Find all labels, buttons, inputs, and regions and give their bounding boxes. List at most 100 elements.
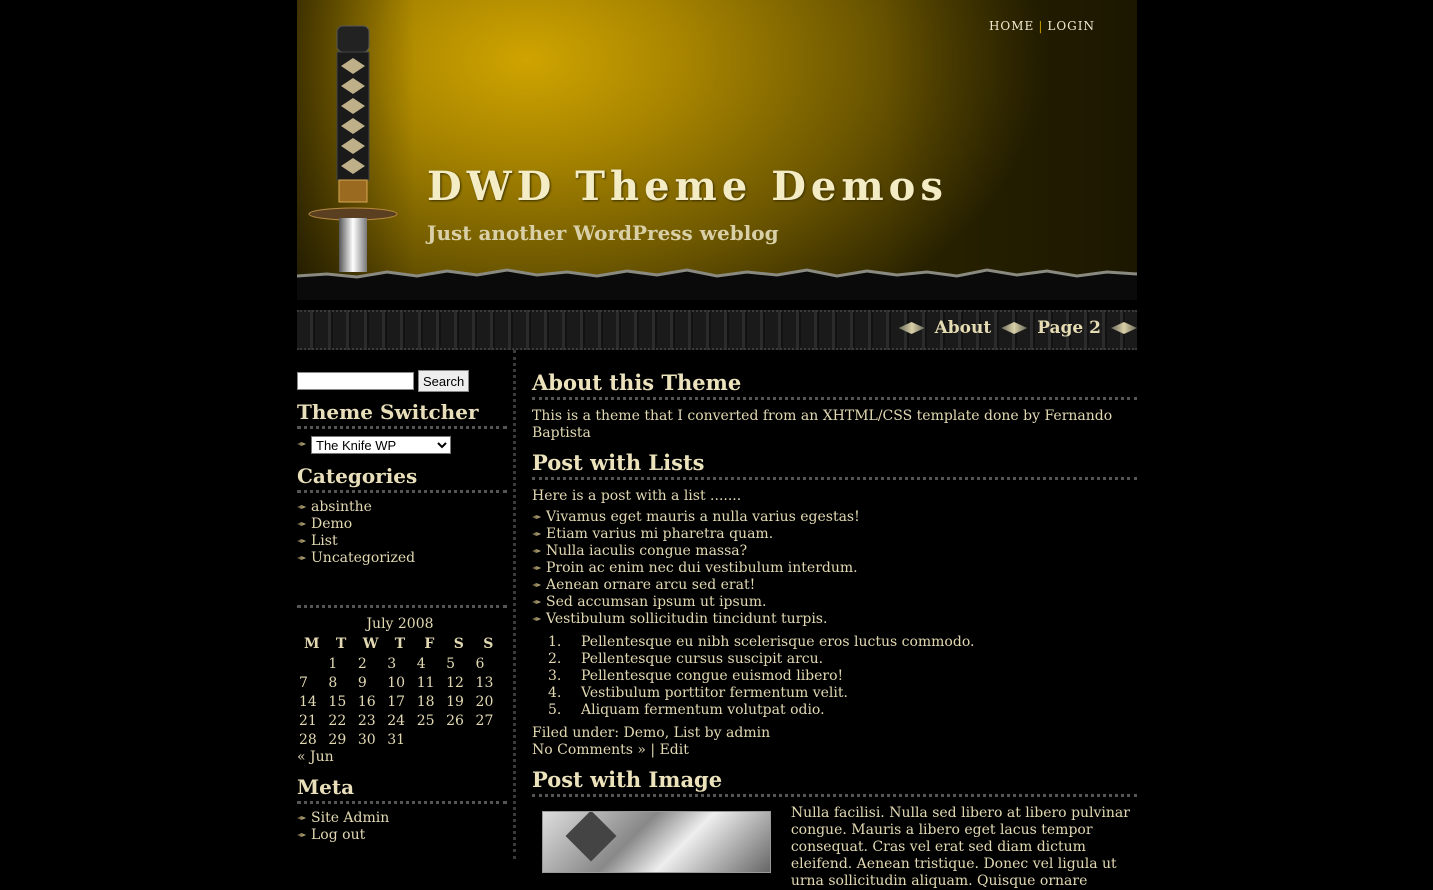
theme-switcher-title: Theme Switcher <box>297 400 507 429</box>
post-bullet-list: Vivamus eget mauris a nulla varius egest… <box>532 509 1137 628</box>
calendar-day: 13 <box>475 674 494 691</box>
meta-link-log-out[interactable]: Log out <box>297 827 507 844</box>
list-item: Aenean ornare arcu sed erat! <box>532 577 1137 594</box>
main-content: About this Theme This is a theme that I … <box>532 370 1137 890</box>
calendar-day: 2 <box>357 655 367 672</box>
list-item: Sed accumsan ipsum ut ipsum. <box>532 594 1137 611</box>
calendar-day: 7 <box>299 674 308 691</box>
calendar-caption: July 2008 <box>366 616 434 632</box>
calendar-divider <box>297 605 507 608</box>
home-link[interactable]: HOME <box>989 19 1034 33</box>
calendar-day-header: M <box>303 636 320 652</box>
calendar-day: 14 <box>299 693 317 710</box>
calendar-day: 24 <box>387 712 406 729</box>
calendar-day-header: F <box>424 636 435 652</box>
post-text: Nulla facilisi. Nulla sed libero at libe… <box>790 805 1130 889</box>
category-link-list[interactable]: List <box>674 725 701 741</box>
search-input[interactable] <box>297 372 414 390</box>
calendar-day: 29 <box>328 731 347 748</box>
site-title[interactable]: DWD Theme Demos <box>427 163 948 210</box>
calendar-day-header: S <box>483 636 494 652</box>
category-link[interactable]: List <box>297 533 507 550</box>
category-link[interactable]: Uncategorized <box>297 550 507 567</box>
meta-link-site-admin[interactable]: Site Admin <box>297 810 507 827</box>
calendar-prev-link[interactable]: « Jun <box>297 749 507 765</box>
search-button[interactable]: Search <box>418 370 470 392</box>
calendar-day-header: T <box>394 636 406 652</box>
calendar-day: 3 <box>387 655 397 672</box>
calendar-day <box>444 730 473 749</box>
post-title[interactable]: Post with Image <box>532 767 1137 797</box>
sidebar: Search Theme Switcher The Knife WP Categ… <box>297 370 507 844</box>
category-link-demo[interactable]: Demo <box>624 725 665 741</box>
nav-diamond-icon <box>1111 322 1137 334</box>
post-title[interactable]: About this Theme <box>532 370 1137 400</box>
calendar-day: 31 <box>387 731 406 748</box>
list-item: 4. Vestibulum porttitor fermentum velit. <box>548 685 848 701</box>
calendar: July 2008 M T W T F S S 1 2 3 4 5 6 7 8 … <box>297 616 503 749</box>
calendar-day <box>474 730 503 749</box>
calendar-day: 9 <box>357 674 367 691</box>
main-nav: About Page 2 <box>297 310 1137 350</box>
calendar-day: 1 <box>328 655 338 672</box>
list-item: Vivamus eget mauris a nulla varius egest… <box>532 509 1137 526</box>
post-text: This is a theme that I converted from an… <box>532 408 1113 441</box>
header-banner: HOME | LOGIN DWD Theme Demos Just another … <box>297 0 1137 300</box>
nav-diamond-icon <box>1001 322 1028 334</box>
comments-link[interactable]: No Comments » <box>532 742 646 758</box>
list-item: 3. Pellentesque congue euismod libero! <box>548 668 844 684</box>
calendar-day: 6 <box>475 655 485 672</box>
list-item: 2. Pellentesque cursus suscipit arcu. <box>548 651 824 667</box>
image-post-body: Nulla facilisi. Nulla sed libero at libe… <box>532 805 1137 890</box>
site-description: Just another WordPress weblog <box>427 221 779 245</box>
meta-list: Site Admin Log out <box>297 810 507 844</box>
category-link[interactable]: Demo <box>297 516 507 533</box>
calendar-day: 12 <box>446 674 464 691</box>
calendar-day-header: S <box>453 636 464 652</box>
column-divider <box>513 350 516 859</box>
list-item: 1. Pellentesque eu nibh scelerisque eros … <box>548 634 975 650</box>
category-link[interactable]: absinthe <box>297 499 507 516</box>
post-meta: Filed under: Demo, List by admin No Comm… <box>532 725 771 758</box>
list-item: Nulla iaculis congue massa? <box>532 543 1137 560</box>
calendar-day: 27 <box>475 712 494 729</box>
list-item: Vestibulum sollicitudin tincidunt turpis… <box>532 611 1137 628</box>
nav-item-about[interactable]: About <box>935 318 992 338</box>
calendar-day: 10 <box>387 674 406 691</box>
calendar-day: 11 <box>416 674 435 691</box>
edit-link[interactable]: Edit <box>660 742 689 758</box>
calendar-day <box>415 730 444 749</box>
top-links: HOME | LOGIN <box>988 19 1095 33</box>
categories-title: Categories <box>297 464 507 493</box>
post-intro: Here is a post with a list ....... <box>532 488 742 504</box>
calendar-day: 8 <box>328 674 338 691</box>
categories-list: absinthe Demo List Uncategorized <box>297 499 507 567</box>
knife-logo <box>308 25 398 272</box>
theme-select[interactable]: The Knife WP <box>311 436 451 454</box>
calendar-day: 17 <box>387 693 406 710</box>
calendar-day: 21 <box>299 712 317 729</box>
calendar-day: 25 <box>416 712 435 729</box>
torn-paper-edge <box>297 268 1137 300</box>
calendar-day: 23 <box>357 712 376 729</box>
page: HOME | LOGIN DWD Theme Demos Just another … <box>297 0 1137 889</box>
calendar-day: 18 <box>416 693 435 710</box>
calendar-day: 4 <box>416 655 426 672</box>
nav-item-page-2[interactable]: Page 2 <box>1037 318 1101 338</box>
meta-title: Meta <box>297 775 507 804</box>
list-item: Proin ac enim nec dui vestibulum interdu… <box>532 560 1137 577</box>
calendar-day: 20 <box>475 693 494 710</box>
calendar-day: 28 <box>299 731 317 748</box>
login-link[interactable]: LOGIN <box>1047 19 1095 33</box>
nav-diamond-icon <box>898 322 925 334</box>
post-image <box>542 811 771 873</box>
calendar-day: 26 <box>446 712 464 729</box>
post-title[interactable]: Post with Lists <box>532 450 1137 480</box>
search-form: Search <box>297 370 507 392</box>
post-numbered-list: 1. Pellentesque eu nibh scelerisque eros … <box>532 634 1137 719</box>
calendar-day: 15 <box>328 693 347 710</box>
calendar-day-header: W <box>362 636 379 652</box>
list-item: 5. Aliquam fermentum volutpat odio. <box>548 702 825 718</box>
calendar-day: 22 <box>328 712 347 729</box>
calendar-day <box>297 654 326 673</box>
